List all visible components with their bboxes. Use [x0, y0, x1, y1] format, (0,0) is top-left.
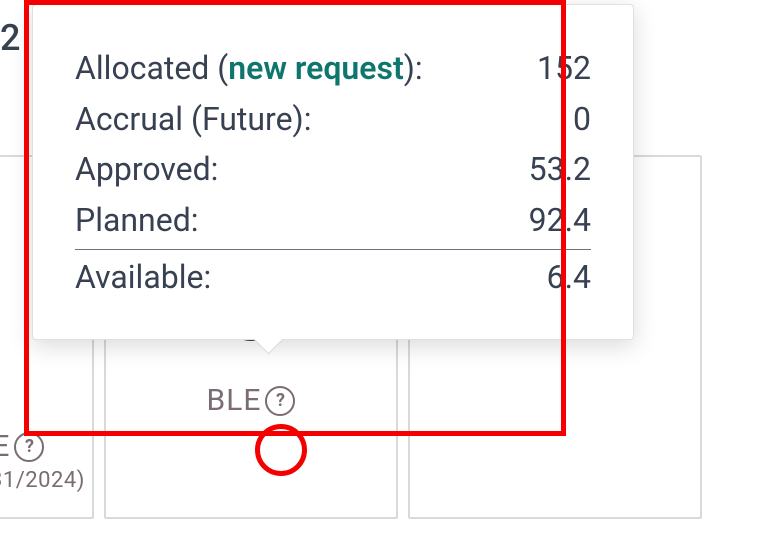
tooltip-row-approved: Approved: 53.2	[75, 144, 591, 195]
tooltip-value: 53.2	[529, 144, 591, 195]
tooltip-label-text: Allocated (	[75, 49, 228, 87]
tooltip-label-text: Approved:	[75, 144, 218, 195]
available-label-partial: BLE	[207, 383, 262, 418]
tooltip-value: 92.4	[529, 195, 591, 246]
tooltip-label-text: ):	[404, 49, 423, 87]
valid-until-text: (VALID UNTIL 12/31/2024)	[0, 468, 85, 493]
tooltip-row-allocated: Allocated (new request): 152	[75, 43, 591, 94]
tooltip-value: 0	[573, 94, 591, 145]
tooltip-value: 6.4	[547, 252, 591, 303]
tooltip-row-planned: Planned: 92.4	[75, 195, 591, 246]
tooltip-label-text: Planned:	[75, 195, 198, 246]
help-icon[interactable]: ?	[14, 432, 44, 462]
tooltip-label-text: Accrual (Future):	[75, 94, 311, 145]
help-icon[interactable]: ?	[265, 386, 295, 416]
tooltip-value: 152	[537, 43, 591, 94]
tooltip-row-available: Available: 6.4	[75, 249, 591, 303]
cropped-text-fragment: 2	[0, 17, 20, 59]
available-label: AVAILABLE	[0, 429, 10, 464]
balance-breakdown-tooltip: Allocated (new request): 152 Accrual (Fu…	[32, 4, 634, 340]
new-request-link[interactable]: new request	[228, 49, 403, 87]
tooltip-row-accrual: Accrual (Future): 0	[75, 94, 591, 145]
tooltip-label-text: Available:	[75, 252, 211, 303]
